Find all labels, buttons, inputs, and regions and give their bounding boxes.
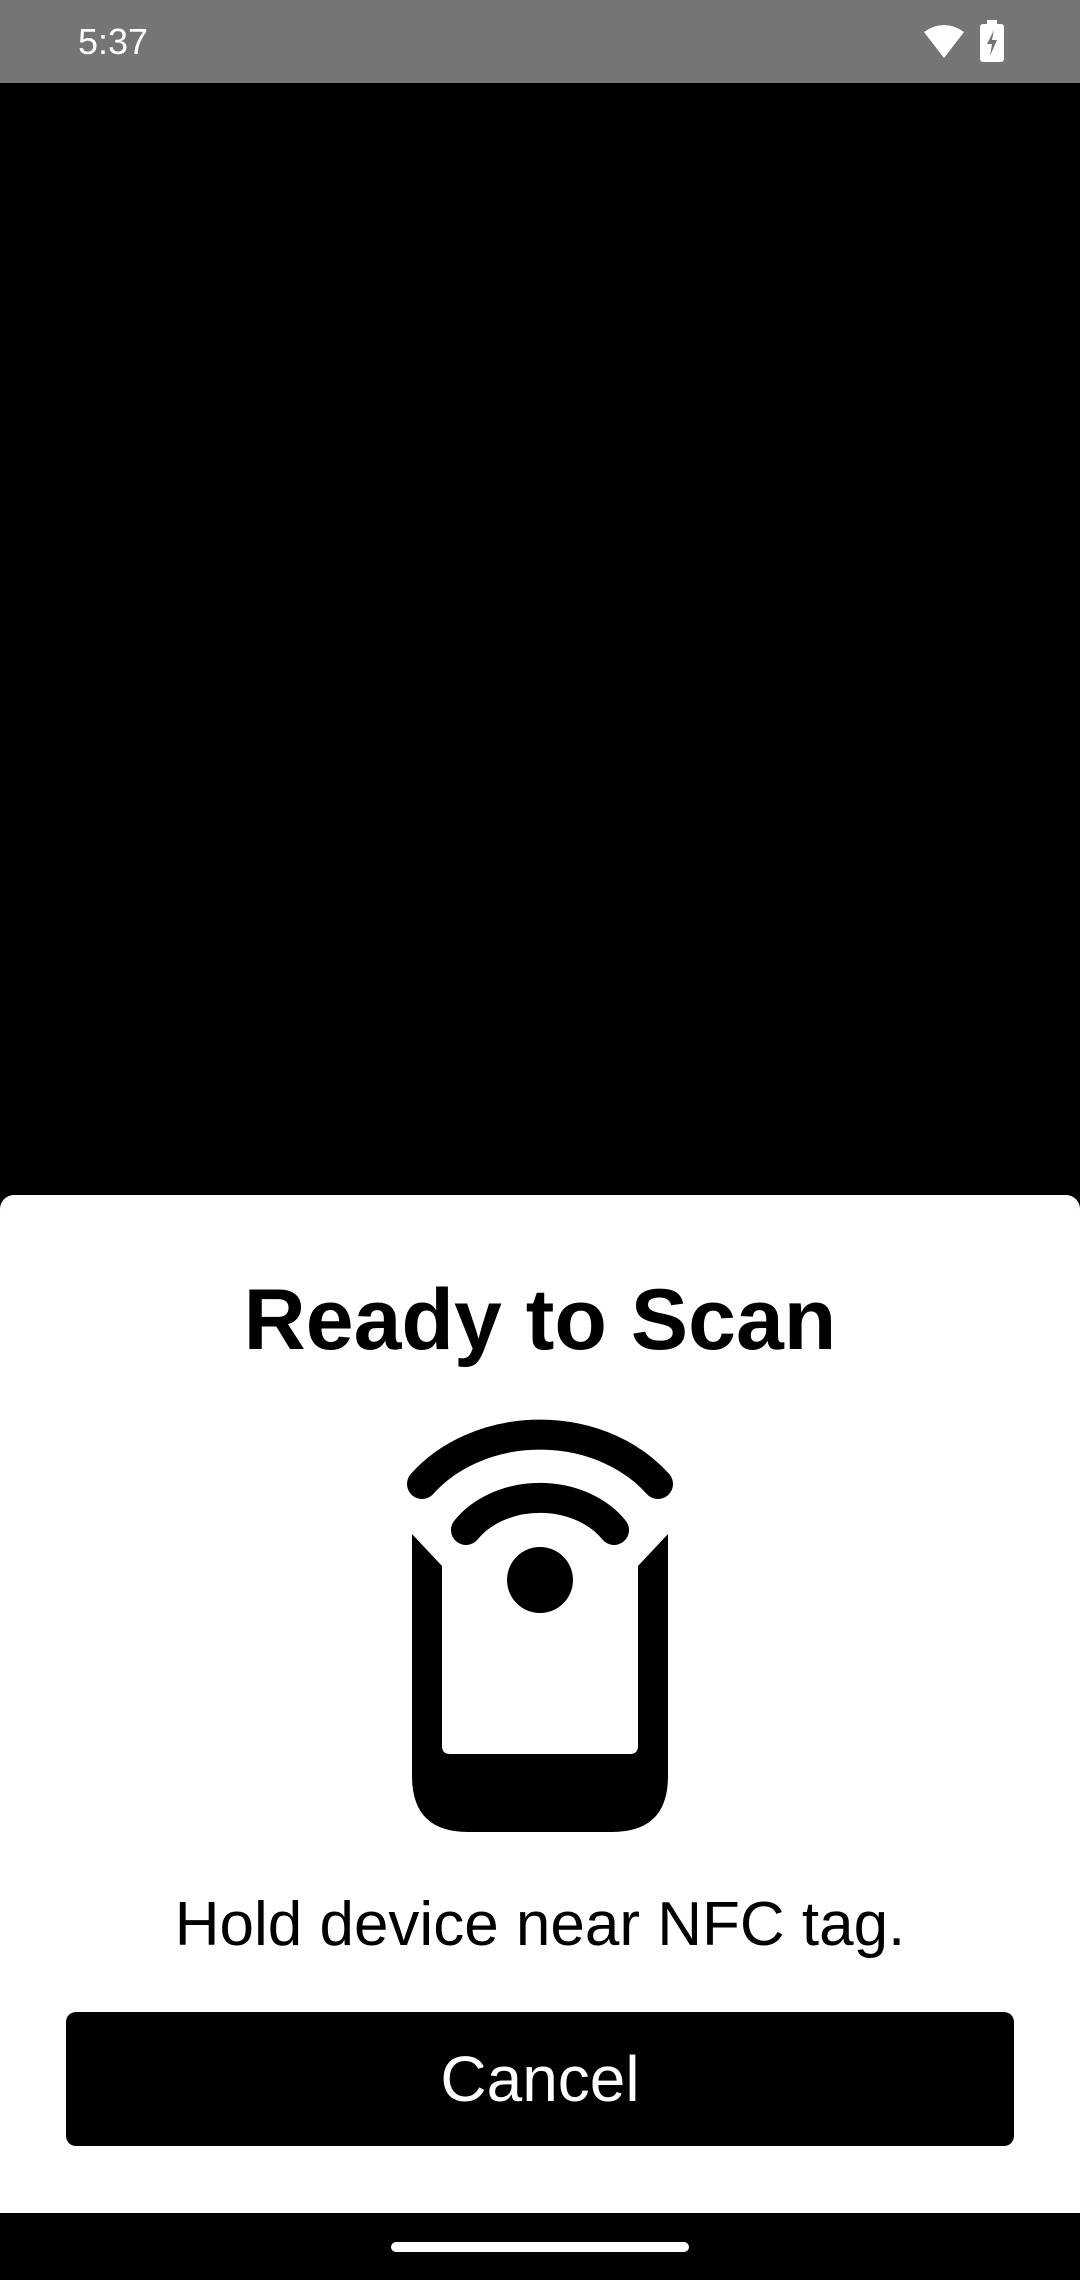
sheet-message: Hold device near NFC tag. <box>174 1890 906 1959</box>
sheet-title: Ready to Scan <box>243 1272 837 1368</box>
wifi-icon <box>924 25 964 58</box>
app-background <box>0 83 1080 1195</box>
battery-charging-icon <box>980 20 1004 62</box>
status-time: 5:37 <box>78 21 149 62</box>
home-gesture-handle[interactable] <box>391 2242 689 2252</box>
nfc-phone-icon <box>407 1419 673 1832</box>
status-bar: 5:37 <box>0 0 1080 83</box>
cancel-button[interactable]: Cancel <box>66 2012 1014 2146</box>
